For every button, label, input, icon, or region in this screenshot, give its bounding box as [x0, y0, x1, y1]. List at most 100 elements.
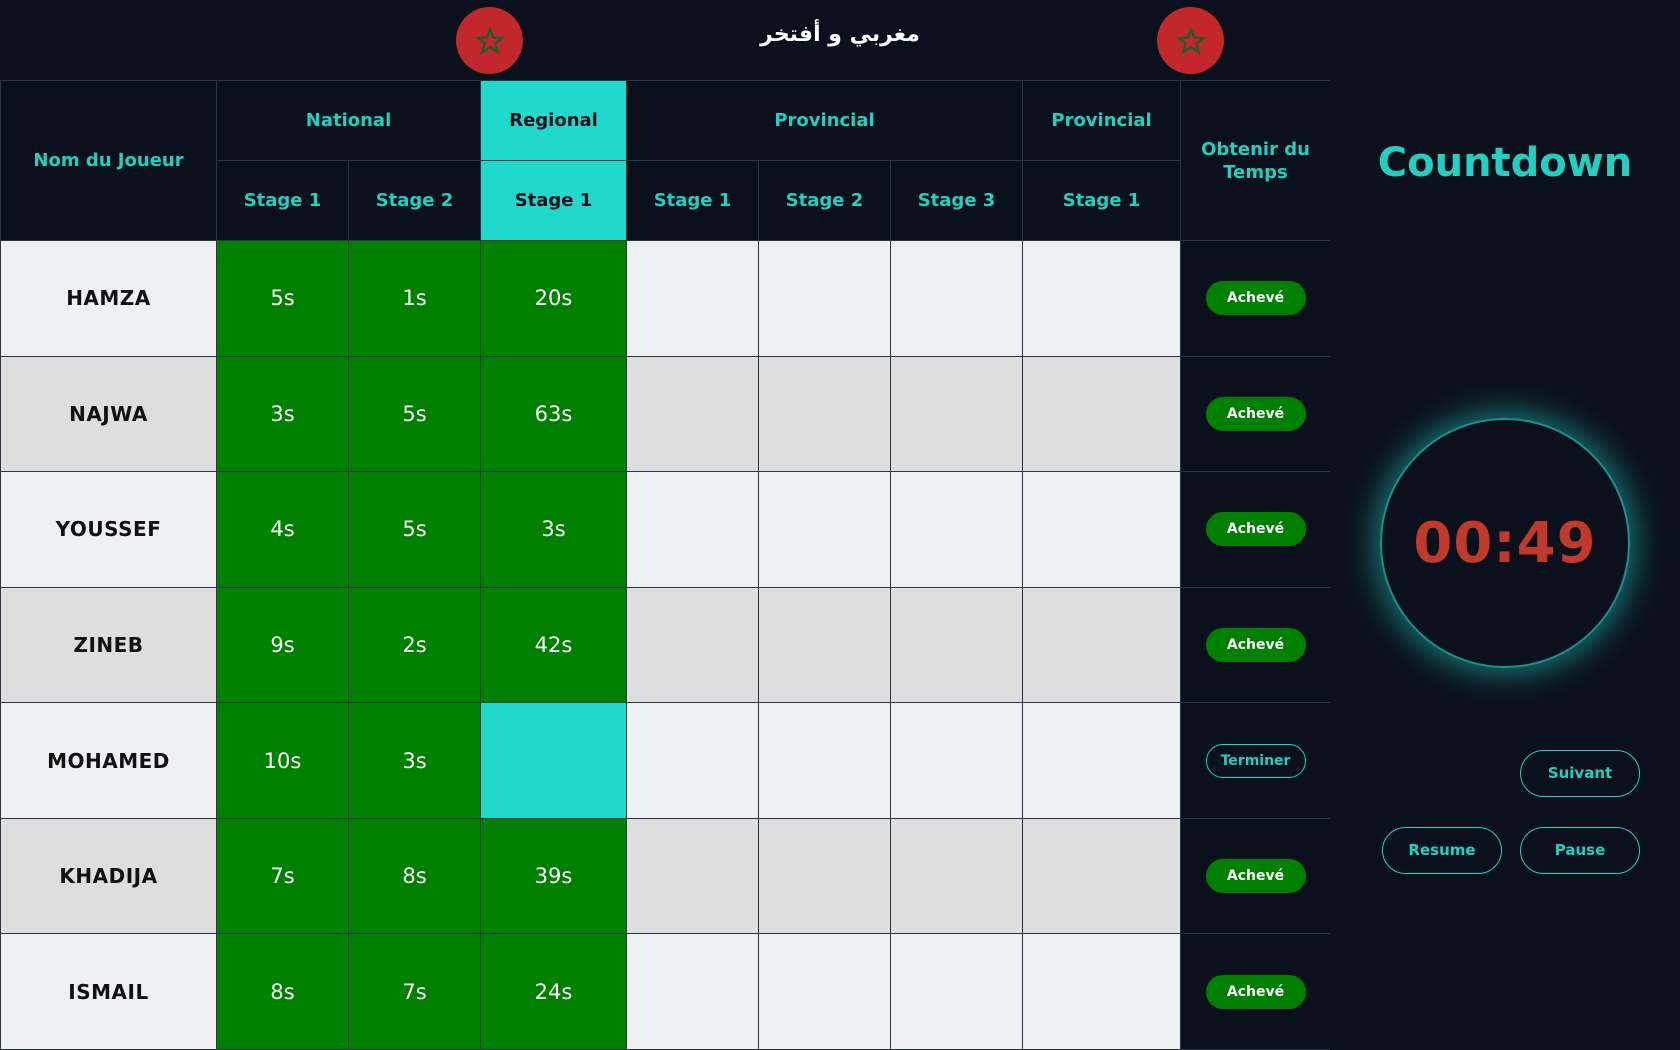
- finish-button[interactable]: Terminer: [1205, 743, 1306, 778]
- countdown-clock: 00:49: [1380, 418, 1630, 668]
- achieved-button[interactable]: Achevé: [1205, 512, 1306, 547]
- time-cell: [758, 240, 892, 357]
- stage-header: Stage 2: [347, 160, 482, 241]
- time-cell: [890, 240, 1024, 357]
- stage-header: Stage 3: [890, 160, 1024, 241]
- table-row: YOUSSEF 4s 5s 3s Achevé: [0, 471, 1332, 588]
- time-cell: [626, 702, 760, 819]
- player-name-header: Nom du Joueur: [0, 80, 217, 241]
- player-name: HAMZA: [0, 240, 217, 357]
- time-cell: 5s: [347, 355, 482, 473]
- stage-header: Stage 1: [216, 160, 349, 241]
- time-cell: [626, 586, 760, 704]
- action-cell: Achevé: [1180, 817, 1332, 935]
- level-header-regional: Regional: [480, 80, 628, 161]
- time-cell: [890, 933, 1024, 1050]
- time-cell: [758, 933, 892, 1050]
- achieved-button[interactable]: Achevé: [1205, 859, 1306, 894]
- time-cell: 42s: [480, 586, 628, 704]
- stage-header: Stage 1: [1022, 160, 1182, 241]
- countdown-time: 00:49: [1413, 510, 1597, 576]
- time-cell: [1022, 471, 1182, 588]
- action-cell: Achevé: [1180, 355, 1332, 473]
- stage-header: Stage 2: [758, 160, 892, 241]
- time-cell: 5s: [216, 240, 349, 357]
- player-name: NAJWA: [0, 355, 217, 473]
- morocco-flag-right: [1157, 7, 1224, 74]
- time-cell: [890, 817, 1024, 935]
- time-cell: 20s: [480, 240, 628, 357]
- table-row: HAMZA 5s 1s 20s Achevé: [0, 240, 1332, 357]
- level-header-national: National: [215, 80, 482, 161]
- time-cell: 2s: [347, 586, 482, 704]
- time-cell: [626, 471, 760, 588]
- countdown-title: Countdown: [1377, 140, 1633, 186]
- time-cell: 3s: [216, 355, 349, 473]
- player-name: YOUSSEF: [0, 471, 217, 588]
- current-time-cell: [480, 702, 628, 819]
- time-cell: [1022, 933, 1182, 1050]
- time-cell: [626, 355, 760, 473]
- time-cell: [626, 817, 760, 935]
- time-cell: 3s: [480, 471, 628, 588]
- time-cell: [758, 817, 892, 935]
- table-row: NAJWA 3s 5s 63s Achevé: [0, 355, 1332, 473]
- resume-button[interactable]: Resume: [1382, 827, 1502, 874]
- time-cell: 7s: [216, 817, 349, 935]
- time-cell: [1022, 355, 1182, 473]
- action-cell: Achevé: [1180, 240, 1332, 357]
- level-header-provincial: Provincial: [626, 80, 1024, 161]
- time-cell: 9s: [216, 586, 349, 704]
- time-cell: [890, 355, 1024, 473]
- next-button[interactable]: Suivant: [1520, 750, 1640, 797]
- action-cell: Achevé: [1180, 933, 1332, 1050]
- countdown-panel: Countdown 00:49 Suivant Resume Pause: [1330, 80, 1680, 1050]
- action-cell: Achevé: [1180, 471, 1332, 588]
- table-row: KHADIJA 7s 8s 39s Achevé: [0, 817, 1332, 935]
- stage-header: Stage 1: [480, 160, 628, 241]
- time-cell: [626, 240, 760, 357]
- time-cell: [890, 586, 1024, 704]
- level-header-provincial-2: Provincial: [1022, 80, 1182, 161]
- player-name: ISMAIL: [0, 933, 217, 1050]
- page-title: مغربي و أفتخر: [760, 22, 920, 47]
- time-cell: [758, 586, 892, 704]
- achieved-button[interactable]: Achevé: [1205, 281, 1306, 316]
- stage-header: Stage 1: [626, 160, 760, 241]
- achieved-button[interactable]: Achevé: [1205, 396, 1306, 431]
- action-cell: Achevé: [1180, 586, 1332, 704]
- time-cell: 3s: [347, 702, 482, 819]
- table-row: ZINEB 9s 2s 42s Achevé: [0, 586, 1332, 704]
- time-cell: 8s: [216, 933, 349, 1050]
- time-cell: [890, 702, 1024, 819]
- time-cell: [1022, 702, 1182, 819]
- player-name: KHADIJA: [0, 817, 217, 935]
- action-cell: Terminer: [1180, 702, 1332, 819]
- star-icon: [1176, 26, 1205, 55]
- time-cell: [626, 933, 760, 1050]
- time-cell: [758, 471, 892, 588]
- achieved-button[interactable]: Achevé: [1205, 974, 1306, 1009]
- time-cell: 4s: [216, 471, 349, 588]
- time-cell: 8s: [347, 817, 482, 935]
- time-cell: [758, 355, 892, 473]
- time-cell: 1s: [347, 240, 482, 357]
- pause-button[interactable]: Pause: [1520, 827, 1640, 874]
- player-name: MOHAMED: [0, 702, 217, 819]
- time-cell: 39s: [480, 817, 628, 935]
- time-cell: 10s: [216, 702, 349, 819]
- achieved-button[interactable]: Achevé: [1205, 627, 1306, 662]
- time-cell: [1022, 817, 1182, 935]
- time-cell: 5s: [347, 471, 482, 588]
- time-cell: [758, 702, 892, 819]
- time-cell: [890, 471, 1024, 588]
- time-cell: [1022, 586, 1182, 704]
- time-cell: [1022, 240, 1182, 357]
- time-cell: 24s: [480, 933, 628, 1050]
- table-row: ISMAIL 8s 7s 24s Achevé: [0, 933, 1332, 1050]
- time-cell: 7s: [347, 933, 482, 1050]
- time-action-header: Obtenir du Temps: [1180, 80, 1332, 241]
- player-name: ZINEB: [0, 586, 217, 704]
- header-bar: مغربي و أفتخر: [0, 0, 1680, 81]
- table-row: MOHAMED 10s 3s Terminer: [0, 702, 1332, 819]
